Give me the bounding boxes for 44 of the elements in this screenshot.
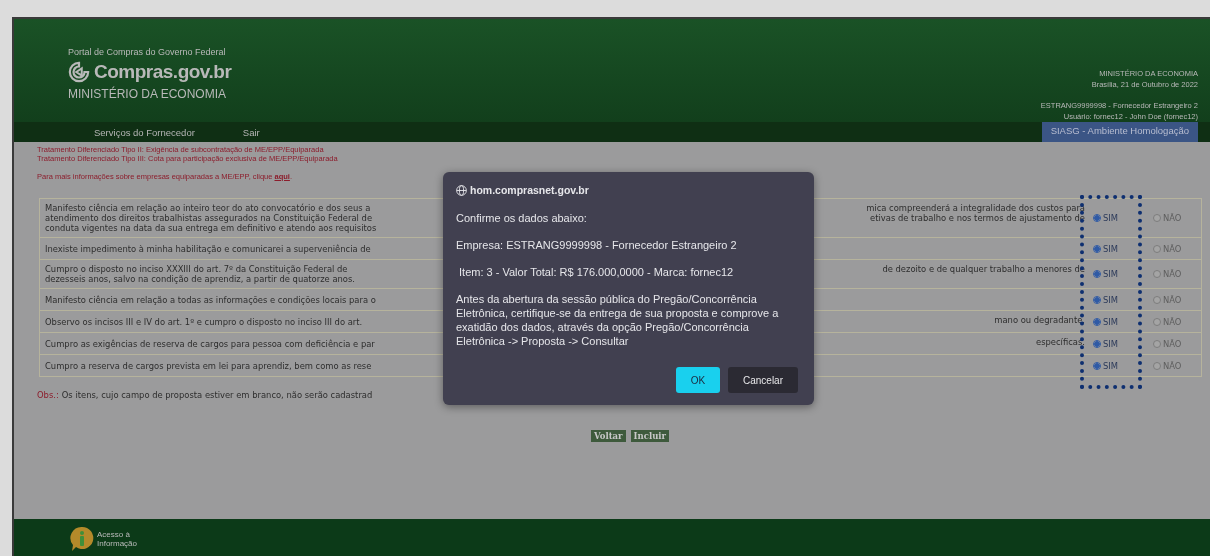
radio-option[interactable]: SIM xyxy=(1093,269,1118,279)
radio-option[interactable]: NÃO xyxy=(1153,316,1182,327)
radio-option[interactable]: NÃO xyxy=(1153,360,1182,371)
declaration-text: Manifesto ciência em relação ao inteiro teor do ato convocatório e dos seus a atendimento dos direitos trabalhistas assegurados na Constituição Federal de conduta vigentes na data da sua entrega em definitivo e atendo aos requisitos xyxy=(44,202,378,235)
declaration-text: Cumpro a reserva de cargos prevista em lei para aprendiz, bem como as rese xyxy=(44,359,373,373)
declaration-text: Cumpro o disposto no inciso XXXIII do art. 7º da Constituição Federal de dezesseis anos, salvo na condição de aprendiz, a partir de quatorze anos. xyxy=(44,263,356,286)
ministry-name: MINISTÉRIO DA ECONOMIA xyxy=(68,87,227,101)
logo-icon xyxy=(68,61,90,83)
radio-option[interactable]: SIM xyxy=(1093,243,1118,254)
logo-text: Compras.gov.br xyxy=(94,61,232,83)
globe-icon xyxy=(456,184,467,196)
declaration-text: Manifesto ciência em relação a todas as informações e condições locais para o xyxy=(44,293,377,307)
declaration-text: mano ou degradante. xyxy=(993,314,1086,327)
cancel-button[interactable]: Cancelar xyxy=(728,367,798,393)
declaration-text: específicas. xyxy=(1035,336,1086,349)
declaration-text: Cumpro as exigências de reserva de cargos para pessoa com deficiência e par xyxy=(44,337,376,351)
radio-option[interactable]: NÃO xyxy=(1153,269,1182,279)
radio-option[interactable]: NÃO xyxy=(1153,243,1182,254)
nav-link[interactable]: Sair xyxy=(242,126,260,138)
declaration-text: Inexiste impedimento à minha habilitação e comunicarei a superveniência de xyxy=(44,242,372,256)
radio-option[interactable]: SIM xyxy=(1093,213,1118,223)
radio-option[interactable]: SIM xyxy=(1093,360,1118,371)
obs-text: Os itens, cujo campo de proposta estiver em branco, não serão cadastrad xyxy=(61,390,373,400)
action-button[interactable]: Incluir xyxy=(630,430,670,442)
radio-option[interactable]: NÃO xyxy=(1153,294,1182,305)
nav-link[interactable]: Serviços do Fornecedor xyxy=(94,126,195,138)
radio-option[interactable]: SIM xyxy=(1093,338,1118,349)
radio-option[interactable]: SIM xyxy=(1093,294,1118,305)
radio-option[interactable]: NÃO xyxy=(1153,338,1182,349)
ok-button[interactable]: OK xyxy=(676,367,720,393)
dialog-origin: hom.comprasnet.gov.br xyxy=(470,184,589,196)
portal-title: Portal de Compras do Governo Federal xyxy=(68,47,227,57)
environment-badge: SIASG - Ambiente Homologação xyxy=(1041,122,1198,142)
dialog-text: Empresa: ESTRANG9999998 - Fornecedor Estrangeiro 2 xyxy=(456,238,738,252)
dialog-text: Item: 3 - Valor Total: R$ 176.000,0000 - Marca: fornec12 xyxy=(458,265,735,279)
footer-link[interactable]: Acesso à Informação xyxy=(97,529,138,548)
dialog-text: Antes da abertura da sessão pública do Pregão/Concorrência Eletrônica, certifique-se da entrega de sua proposta e comprove a exatidão dos dados, através da opção Pregão/Concorrência Eletrônica -> Proposta -> Consultar xyxy=(456,292,780,348)
obs-label: Obs.: xyxy=(37,390,59,400)
action-button[interactable]: Voltar xyxy=(590,430,626,442)
declaration-text: Observo os incisos III e IV do art. 1º e cumpro o disposto no inciso III do art. xyxy=(44,315,364,329)
radio-option[interactable]: NÃO xyxy=(1153,213,1182,223)
radio-option[interactable]: SIM xyxy=(1093,316,1118,327)
dialog-text: Confirme os dados abaixo: xyxy=(456,211,588,225)
info-icon[interactable] xyxy=(70,525,94,552)
